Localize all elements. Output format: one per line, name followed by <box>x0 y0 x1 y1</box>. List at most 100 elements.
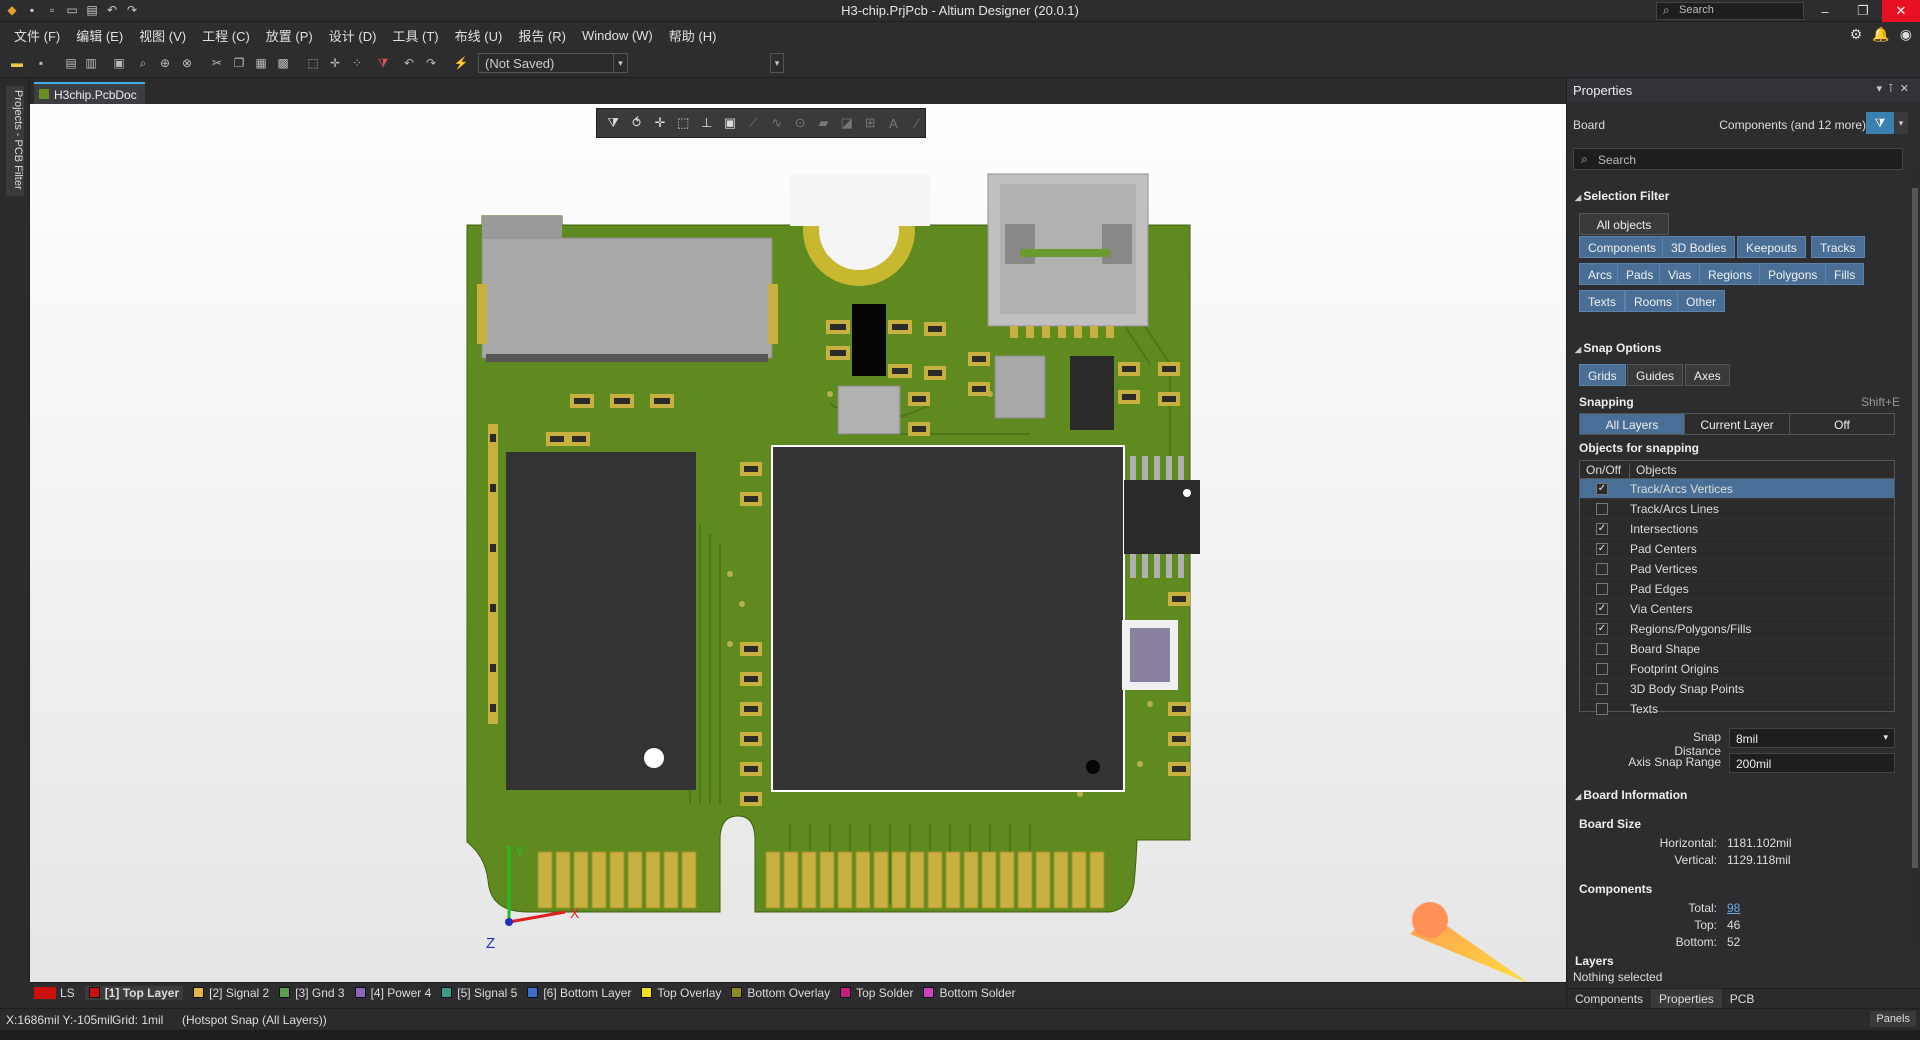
tab-properties[interactable]: Properties <box>1651 989 1722 1008</box>
select-area-icon[interactable]: ⬚ <box>304 54 322 72</box>
align-icon[interactable]: ⊥ <box>698 113 714 133</box>
filter-texts-button[interactable]: Texts <box>1579 290 1626 312</box>
snap-checkbox[interactable]: ✓ <box>1596 622 1608 635</box>
layer-tab[interactable]: Bottom Overlay <box>731 986 830 1000</box>
all-objects-button[interactable]: All objects <box>1579 213 1669 235</box>
snap-row[interactable]: Texts <box>1580 699 1894 719</box>
menu-reports[interactable]: 报告 (R) <box>510 26 574 45</box>
undo-icon[interactable]: ↶ <box>104 2 120 18</box>
filter-regions-button[interactable]: Regions <box>1699 263 1762 285</box>
menu-route[interactable]: 布线 (U) <box>447 26 511 45</box>
filter-other-button[interactable]: Other <box>1677 290 1726 312</box>
snap-row[interactable]: ✓ Via Centers <box>1580 599 1894 619</box>
panels-button[interactable]: Panels <box>1870 1011 1916 1027</box>
filter-pads-button[interactable]: Pads <box>1617 263 1663 285</box>
snap-checkbox[interactable]: ✓ <box>1596 522 1608 535</box>
projects-pcb-filter-tab[interactable]: Projects - PCB Filter <box>6 86 24 196</box>
route-icon[interactable]: ⟋ <box>745 113 761 133</box>
cut-icon[interactable]: ✂ <box>208 54 226 72</box>
maximize-button[interactable]: ❐ <box>1844 0 1882 22</box>
paste-icon[interactable]: ▦ <box>252 54 270 72</box>
snap-checkbox[interactable] <box>1596 642 1608 655</box>
differential-pair-icon[interactable]: ∿ <box>769 113 785 133</box>
redo-icon[interactable]: ↷ <box>124 2 140 18</box>
compile-icon[interactable]: ⚡ <box>452 54 470 72</box>
filter-tracks-button[interactable]: Tracks <box>1811 236 1865 258</box>
properties-search-input[interactable]: ⌕ Search <box>1573 148 1903 170</box>
filter-dropdown[interactable]: ▾ <box>1894 112 1908 134</box>
snap-checkbox[interactable]: ✓ <box>1596 602 1608 615</box>
zoom-filtered-icon[interactable]: ⊗ <box>178 54 196 72</box>
snap-checkbox[interactable]: ✓ <box>1596 542 1608 555</box>
menu-project[interactable]: 工程 (C) <box>194 26 258 45</box>
clear-filter-icon[interactable]: ⧩ <box>374 54 392 72</box>
layer-tab[interactable]: [5] Signal 5 <box>441 986 517 1000</box>
snap-all-layers-option[interactable]: All Layers <box>1580 414 1685 434</box>
pcb-3d-canvas[interactable]: Y X Z ⧩ ⥀ ✛ ⬚ ⊥ ▣ ⟋ ∿ ⊙ ▰ ◪ ⊞ A ⁄ <box>30 104 1566 982</box>
snap-row[interactable]: ✓ Regions/Polygons/Fills <box>1580 619 1894 639</box>
snap-row[interactable]: 3D Body Snap Points <box>1580 679 1894 699</box>
open-icon[interactable]: ▬ <box>8 54 26 72</box>
document-tab[interactable]: H3chip.PcbDoc <box>34 82 145 104</box>
save-all-icon[interactable]: ▫ <box>44 2 60 18</box>
interactive-routing-icon[interactable]: ⥀ <box>628 113 644 133</box>
menu-place[interactable]: 放置 (P) <box>258 26 321 45</box>
move-icon[interactable]: ✛ <box>326 54 344 72</box>
zoom-area-icon[interactable]: ⌕ <box>134 54 152 72</box>
snap-checkbox[interactable] <box>1596 582 1608 595</box>
polygon-pour-icon[interactable]: ▰ <box>815 113 831 133</box>
settings-icon[interactable]: ⚙ <box>1850 26 1863 43</box>
filter-polygons-button[interactable]: Polygons <box>1759 263 1827 285</box>
panel-controls[interactable]: ▾⊺✕ <box>1877 82 1915 95</box>
snap-current-layer-option[interactable]: Current Layer <box>1685 414 1790 434</box>
layer-set-label[interactable]: LS <box>60 986 75 1000</box>
scrollbar-thumb[interactable] <box>1912 188 1918 868</box>
tab-pcb[interactable]: PCB <box>1722 989 1763 1008</box>
total-components-link[interactable]: 98 <box>1727 901 1740 915</box>
snap-guides-button[interactable]: Guides <box>1627 364 1684 386</box>
rubber-stamp-icon[interactable]: ▩ <box>274 54 292 72</box>
keepout-icon[interactable]: ◪ <box>839 113 855 133</box>
board-information-header[interactable]: Board Information <box>1575 788 1687 802</box>
axis-snap-range-input[interactable]: 200mil <box>1729 753 1895 773</box>
snap-checkbox[interactable] <box>1596 682 1608 695</box>
close-button[interactable]: ✕ <box>1882 0 1920 22</box>
filter-3d-bodies-button[interactable]: 3D Bodies <box>1662 236 1736 258</box>
menu-edit[interactable]: 编辑 (E) <box>68 26 131 45</box>
minimize-button[interactable]: – <box>1806 0 1844 22</box>
redo-icon[interactable]: ↷ <box>422 54 440 72</box>
menu-view[interactable]: 视图 (V) <box>131 26 194 45</box>
snap-off-option[interactable]: Off <box>1790 414 1894 434</box>
snap-checkbox[interactable]: ✓ <box>1596 482 1608 495</box>
menu-tools[interactable]: 工具 (T) <box>384 26 446 45</box>
layer-tab[interactable]: Top Solder <box>840 986 913 1000</box>
layer-tab[interactable]: [4] Power 4 <box>354 986 431 1000</box>
toolbar-dropdown[interactable]: ▾ <box>770 53 784 73</box>
selection-filter-header[interactable]: Selection Filter <box>1575 189 1669 203</box>
open-folder-icon[interactable]: ▭ <box>64 2 80 18</box>
layer-tab[interactable]: [6] Bottom Layer <box>527 986 631 1000</box>
global-search-input[interactable]: ⌕ Search <box>1656 2 1804 20</box>
place-pad-icon[interactable]: ▣ <box>722 113 738 133</box>
snap-grids-button[interactable]: Grids <box>1579 364 1626 386</box>
filter-fills-button[interactable]: Fills <box>1825 263 1865 285</box>
layer-tab[interactable]: Top Overlay <box>641 986 721 1000</box>
snap-row[interactable]: Pad Edges <box>1580 579 1894 599</box>
filter-vias-button[interactable]: Vias <box>1659 263 1701 285</box>
place-component-icon[interactable]: ✛ <box>652 113 668 133</box>
place-string-icon[interactable]: A <box>885 113 901 133</box>
snap-checkbox[interactable] <box>1596 662 1608 675</box>
layer-tab[interactable]: [1] Top Layer <box>84 985 184 1000</box>
user-account-icon[interactable]: ◉ <box>1900 26 1912 43</box>
undo-icon[interactable]: ↶ <box>400 54 418 72</box>
properties-scrollbar[interactable] <box>1912 168 1918 948</box>
snap-row[interactable]: Pad Vertices <box>1580 559 1894 579</box>
print-icon[interactable]: ▤ <box>62 54 80 72</box>
zoom-fit-icon[interactable]: ▣ <box>110 54 128 72</box>
print-preview-icon[interactable]: ▥ <box>82 54 100 72</box>
snap-checkbox[interactable] <box>1596 502 1608 515</box>
snap-row[interactable]: Board Shape <box>1580 639 1894 659</box>
snap-row[interactable]: ✓ Track/Arcs Vertices <box>1580 479 1894 499</box>
snap-checkbox[interactable] <box>1596 702 1608 715</box>
snap-row[interactable]: Footprint Origins <box>1580 659 1894 679</box>
